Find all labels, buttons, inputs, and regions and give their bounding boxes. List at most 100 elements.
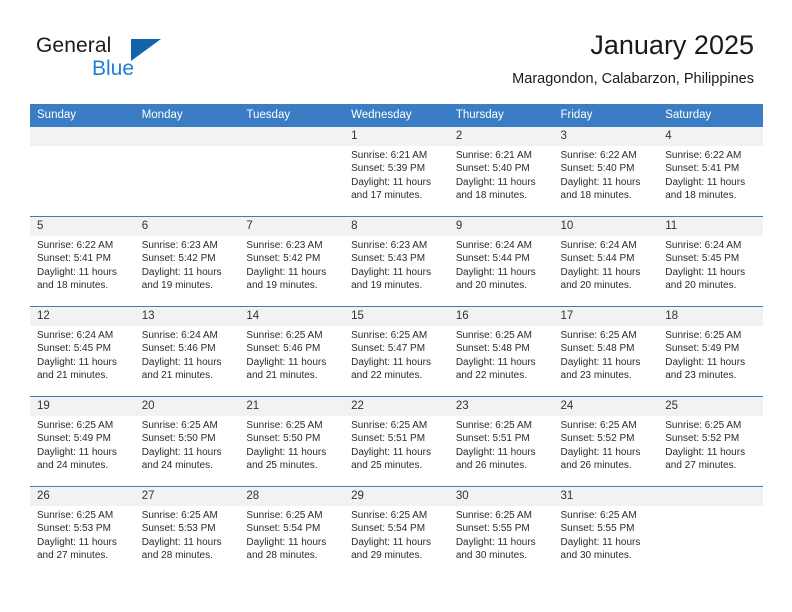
day-cell[interactable]: Sunrise: 6:24 AM Sunset: 5:45 PM Daylight:… <box>30 326 135 396</box>
sunset-text: Sunset: 5:55 PM <box>455 523 530 535</box>
weekday-header-sunday: Sunday <box>30 104 135 126</box>
daylight-text: and 21 minutes. <box>141 370 213 382</box>
sunset-text: Sunset: 5:51 PM <box>351 433 426 445</box>
daylight-text: and 26 minutes. <box>455 460 527 472</box>
daylight-text: and 27 minutes. <box>37 550 109 562</box>
day-number[interactable]: 9 <box>448 217 554 236</box>
day-cell[interactable]: Sunrise: 6:25 AM Sunset: 5:55 PM Daylight:… <box>553 506 659 576</box>
day-number[interactable]: 12 <box>30 307 135 326</box>
daylight-text: Daylight: 11 hours <box>455 356 536 368</box>
day-cell[interactable]: Sunrise: 6:25 AM Sunset: 5:48 PM Daylight:… <box>448 326 554 396</box>
day-number[interactable]: 5 <box>30 217 135 236</box>
day-number[interactable]: 26 <box>30 487 135 506</box>
daylight-text: and 21 minutes. <box>37 370 109 382</box>
day-cell[interactable]: Sunrise: 6:21 AM Sunset: 5:39 PM Daylight:… <box>344 146 449 216</box>
weekday-header-monday: Monday <box>134 104 240 126</box>
sunrise-text: Sunrise: 6:23 AM <box>246 240 323 251</box>
sunrise-text: Sunrise: 6:25 AM <box>560 420 637 431</box>
day-number[interactable]: 17 <box>553 307 659 326</box>
day-number[interactable]: 16 <box>448 307 554 326</box>
day-cell[interactable]: Sunrise: 6:25 AM Sunset: 5:52 PM Daylight:… <box>553 416 659 486</box>
day-cell[interactable]: Sunrise: 6:25 AM Sunset: 5:54 PM Daylight:… <box>239 506 345 576</box>
weekday-header-saturday: Saturday <box>658 104 763 126</box>
day-cell[interactable]: Sunrise: 6:25 AM Sunset: 5:55 PM Daylight:… <box>448 506 554 576</box>
daylight-text: and 23 minutes. <box>560 370 632 382</box>
daylight-text: Daylight: 11 hours <box>246 266 327 278</box>
day-number[interactable]: 10 <box>553 217 659 236</box>
daylight-text: and 30 minutes. <box>455 550 527 562</box>
sunset-text: Sunset: 5:55 PM <box>560 523 635 535</box>
day-number[interactable]: 13 <box>134 307 240 326</box>
daylight-text: Daylight: 11 hours <box>246 446 327 458</box>
day-cell[interactable]: Sunrise: 6:25 AM Sunset: 5:49 PM Daylight:… <box>658 326 763 396</box>
day-number[interactable]: 28 <box>239 487 345 506</box>
day-number[interactable]: 21 <box>239 397 345 416</box>
day-number[interactable]: 8 <box>344 217 449 236</box>
daylight-text: and 24 minutes. <box>37 460 109 472</box>
day-cell[interactable]: Sunrise: 6:22 AM Sunset: 5:40 PM Daylight:… <box>553 146 659 216</box>
day-detail-row: Sunrise: 6:24 AM Sunset: 5:45 PM Daylight:… <box>30 326 763 396</box>
day-cell[interactable]: Sunrise: 6:21 AM Sunset: 5:40 PM Daylight:… <box>448 146 554 216</box>
daylight-text: Daylight: 11 hours <box>141 536 222 548</box>
day-cell[interactable]: Sunrise: 6:22 AM Sunset: 5:41 PM Daylight:… <box>658 146 763 216</box>
day-number[interactable]: 15 <box>344 307 449 326</box>
day-number[interactable]: 18 <box>658 307 763 326</box>
day-number[interactable]: 4 <box>658 127 763 146</box>
day-number[interactable]: 29 <box>344 487 449 506</box>
day-number[interactable]: 11 <box>658 217 763 236</box>
day-cell[interactable]: Sunrise: 6:24 AM Sunset: 5:44 PM Daylight:… <box>553 236 659 306</box>
day-cell[interactable]: Sunrise: 6:25 AM Sunset: 5:47 PM Daylight:… <box>344 326 449 396</box>
day-number[interactable]: 7 <box>239 217 345 236</box>
day-number[interactable]: 19 <box>30 397 135 416</box>
day-cell[interactable]: Sunrise: 6:25 AM Sunset: 5:52 PM Daylight:… <box>658 416 763 486</box>
daylight-text: Daylight: 11 hours <box>141 446 222 458</box>
weekday-header-thursday: Thursday <box>448 104 554 126</box>
day-cell[interactable]: Sunrise: 6:23 AM Sunset: 5:43 PM Daylight:… <box>344 236 449 306</box>
daylight-text: and 22 minutes. <box>351 370 423 382</box>
triangle-logo-icon <box>131 39 161 61</box>
day-cell[interactable]: Sunrise: 6:25 AM Sunset: 5:51 PM Daylight:… <box>448 416 554 486</box>
day-cell[interactable]: Sunrise: 6:23 AM Sunset: 5:42 PM Daylight:… <box>239 236 345 306</box>
day-cell[interactable]: Sunrise: 6:25 AM Sunset: 5:49 PM Daylight:… <box>30 416 135 486</box>
day-cell[interactable]: Sunrise: 6:25 AM Sunset: 5:50 PM Daylight:… <box>134 416 240 486</box>
sunset-text: Sunset: 5:44 PM <box>455 253 530 265</box>
day-cell[interactable]: Sunrise: 6:25 AM Sunset: 5:53 PM Daylight:… <box>134 506 240 576</box>
day-number[interactable]: 6 <box>134 217 240 236</box>
day-cell[interactable]: Sunrise: 6:24 AM Sunset: 5:44 PM Daylight:… <box>448 236 554 306</box>
sunset-text: Sunset: 5:49 PM <box>665 343 740 355</box>
day-cell[interactable]: Sunrise: 6:25 AM Sunset: 5:54 PM Daylight:… <box>344 506 449 576</box>
day-cell[interactable]: Sunrise: 6:25 AM Sunset: 5:48 PM Daylight:… <box>553 326 659 396</box>
day-number[interactable]: 23 <box>448 397 554 416</box>
sunset-text: Sunset: 5:40 PM <box>455 163 530 175</box>
sunset-text: Sunset: 5:54 PM <box>246 523 321 535</box>
brand-logo[interactable]: General Blue <box>36 34 266 84</box>
sunrise-text: Sunrise: 6:22 AM <box>37 240 114 251</box>
day-cell[interactable]: Sunrise: 6:23 AM Sunset: 5:42 PM Daylight:… <box>134 236 240 306</box>
day-number-empty <box>30 127 135 146</box>
weekday-header-row: Sunday Monday Tuesday Wednesday Thursday… <box>30 104 763 126</box>
day-cell[interactable]: Sunrise: 6:22 AM Sunset: 5:41 PM Daylight:… <box>30 236 135 306</box>
day-number[interactable]: 1 <box>344 127 449 146</box>
day-number[interactable]: 2 <box>448 127 554 146</box>
day-cell[interactable]: Sunrise: 6:25 AM Sunset: 5:51 PM Daylight:… <box>344 416 449 486</box>
day-number[interactable]: 3 <box>553 127 659 146</box>
day-cell[interactable]: Sunrise: 6:24 AM Sunset: 5:45 PM Daylight:… <box>658 236 763 306</box>
daylight-text: and 18 minutes. <box>665 190 737 202</box>
sunset-text: Sunset: 5:42 PM <box>246 253 321 265</box>
day-cell[interactable]: Sunrise: 6:25 AM Sunset: 5:53 PM Daylight:… <box>30 506 135 576</box>
sunset-text: Sunset: 5:53 PM <box>141 523 216 535</box>
day-number[interactable]: 14 <box>239 307 345 326</box>
day-number[interactable]: 24 <box>553 397 659 416</box>
daylight-text: Daylight: 11 hours <box>665 176 746 188</box>
day-cell[interactable]: Sunrise: 6:25 AM Sunset: 5:46 PM Daylight:… <box>239 326 345 396</box>
daylight-text: and 19 minutes. <box>141 280 213 292</box>
day-cell[interactable]: Sunrise: 6:24 AM Sunset: 5:46 PM Daylight:… <box>134 326 240 396</box>
day-number[interactable]: 27 <box>134 487 240 506</box>
day-number[interactable]: 22 <box>344 397 449 416</box>
day-number[interactable]: 25 <box>658 397 763 416</box>
day-number[interactable]: 31 <box>553 487 659 506</box>
sunrise-text: Sunrise: 6:25 AM <box>246 330 323 341</box>
day-number[interactable]: 20 <box>134 397 240 416</box>
day-number[interactable]: 30 <box>448 487 554 506</box>
day-cell[interactable]: Sunrise: 6:25 AM Sunset: 5:50 PM Daylight:… <box>239 416 345 486</box>
